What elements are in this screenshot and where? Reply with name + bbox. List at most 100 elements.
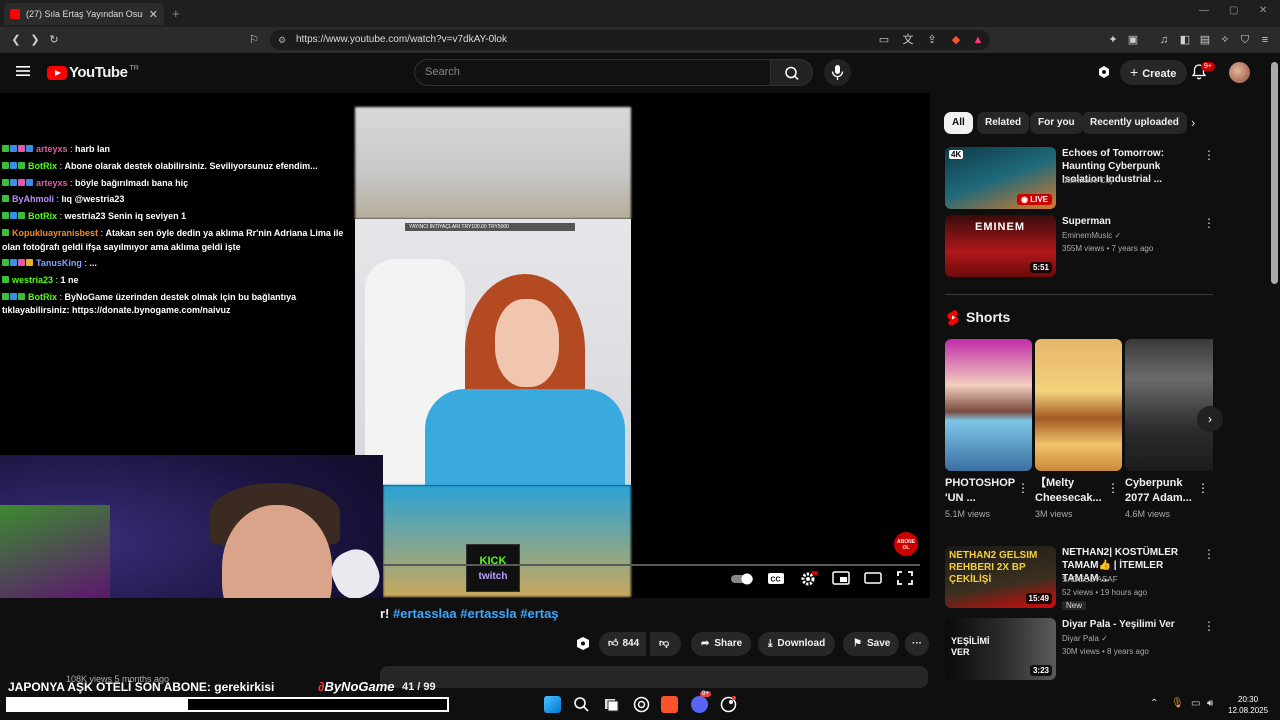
maximize-icon[interactable]: ▢ xyxy=(1229,5,1238,16)
video-player[interactable]: YAYINCI İNTİYAÇLARI TRY100.00 TRY5000 KI… xyxy=(0,93,930,598)
shorts-next-chevron-icon[interactable]: › xyxy=(1197,406,1223,432)
windows-start-icon[interactable] xyxy=(544,696,561,713)
leo-ai-icon[interactable]: ✧ xyxy=(1219,34,1231,46)
chat-separator: : xyxy=(53,275,61,286)
channel-name[interactable]: SADECE ASAF xyxy=(1062,575,1118,584)
save-button[interactable]: ⚑ Save xyxy=(843,632,899,656)
title-hashtags[interactable]: #ertasslaa #ertassla #ertaş xyxy=(393,606,559,621)
brave-shield-icon[interactable]: ◆ xyxy=(950,34,962,46)
dislike-button[interactable]: 👎︎ xyxy=(650,632,681,656)
short-title[interactable]: 【Melty Cheesecak... xyxy=(1035,476,1111,506)
short-thumbnail[interactable] xyxy=(1125,339,1213,471)
short-title[interactable]: Cyberpunk 2077 Adam... xyxy=(1125,476,1201,506)
browser-tab[interactable]: (27) Sıla Ertaş Yayından Osuruyo ✕ xyxy=(4,3,164,25)
shopping-bag-icon[interactable] xyxy=(575,636,591,652)
recommended-video[interactable]: YEŞİLİMİ VER 3:23 Diyar Pala - Yeşilimi … xyxy=(945,618,1215,680)
video-thumbnail[interactable]: YEŞİLİMİ VER 3:23 xyxy=(945,618,1056,680)
like-button[interactable]: 👍︎ 844 xyxy=(599,632,646,656)
kick-label: KICK xyxy=(479,555,507,567)
video-thumbnail[interactable]: NETHAN2 GELSIM REHBERI 2X BP ÇEKİLİŞİ 15… xyxy=(945,546,1056,608)
miniplayer-icon[interactable] xyxy=(832,571,850,585)
recommended-video[interactable]: NETHAN2 GELSIM REHBERI 2X BP ÇEKİLİŞİ 15… xyxy=(945,546,1215,610)
short-thumbnail[interactable] xyxy=(945,339,1032,471)
taskbar-search-icon[interactable] xyxy=(573,696,590,713)
chip-related[interactable]: Related xyxy=(977,112,1030,134)
close-tab-icon[interactable]: ✕ xyxy=(149,8,158,21)
recommended-video[interactable]: EMINEM 5:51 Superman EminemMusic ✓ 355M … xyxy=(945,215,1215,277)
bookmark-icon[interactable]: ⚐ xyxy=(248,34,260,46)
create-label: Create xyxy=(1142,68,1177,80)
video-progress-bar[interactable] xyxy=(383,564,920,566)
chat-badge-icon xyxy=(2,161,9,169)
new-tab-button[interactable]: + xyxy=(172,6,180,21)
more-options-icon[interactable]: ⋮ xyxy=(1203,217,1215,229)
video-thumbnail[interactable]: EMINEM 5:51 xyxy=(945,215,1056,277)
minimize-icon[interactable]: — xyxy=(1199,5,1209,16)
video-title[interactable]: Diyar Pala - Yeşilimi Ver xyxy=(1062,618,1197,631)
vpn-icon[interactable]: ⛉ xyxy=(1239,34,1251,46)
network-icon[interactable]: ▭ xyxy=(1191,698,1200,709)
music-icon[interactable]: ♫ xyxy=(1158,34,1170,46)
page-scrollbar[interactable] xyxy=(1271,62,1278,284)
short-title[interactable]: PHOTOSHOP 'UN ... xyxy=(945,476,1021,506)
more-options-icon[interactable]: ⋮ xyxy=(1017,481,1029,495)
wallet-icon[interactable]: ▤ xyxy=(1199,34,1211,46)
chip-for-you[interactable]: For you xyxy=(1030,112,1083,134)
autoplay-toggle[interactable] xyxy=(730,573,756,585)
create-button[interactable]: + Create xyxy=(1120,60,1188,85)
channel-name[interactable]: EminemMusic ✓ xyxy=(1062,231,1121,240)
voice-search-button[interactable] xyxy=(824,59,851,86)
volume-icon[interactable]: 🔊︎ xyxy=(1207,698,1213,709)
chat-message: BotRix : westria23 Senin iq seviyen 1 xyxy=(2,210,347,224)
system-clock[interactable]: 20:30 12.08.2025 xyxy=(1228,694,1268,716)
translate-icon[interactable]: 文 xyxy=(902,34,914,46)
subtitles-icon[interactable]: CC xyxy=(767,571,785,585)
hamburger-menu-icon[interactable] xyxy=(16,65,30,77)
back-icon[interactable]: ❮ xyxy=(10,34,22,46)
channel-name[interactable]: Diyar Pala ✓ xyxy=(1062,634,1108,643)
more-options-icon[interactable]: ⋮ xyxy=(1203,548,1215,560)
search-button[interactable] xyxy=(771,59,813,86)
more-options-icon[interactable]: ⋮ xyxy=(1107,481,1119,495)
video-title[interactable]: Superman xyxy=(1062,215,1197,228)
more-actions-button[interactable]: ··· xyxy=(905,632,929,656)
youtube-logo[interactable]: YouTube TR xyxy=(47,64,139,81)
screenshot-icon[interactable]: ▣ xyxy=(1127,34,1139,46)
browser-menu-icon[interactable]: ≡ xyxy=(1259,34,1271,46)
gamepad-icon[interactable] xyxy=(1097,65,1111,79)
forward-icon[interactable]: ❯ xyxy=(29,34,41,46)
download-icon: ⤓ xyxy=(768,638,773,649)
more-options-icon[interactable]: ⋮ xyxy=(1203,620,1215,632)
recommended-video[interactable]: 4K ◉ LIVE Echoes of Tomorrow: Haunting C… xyxy=(945,147,1215,209)
search-input[interactable]: Search xyxy=(414,59,771,86)
brave-rewards-icon[interactable]: ▲ xyxy=(972,34,984,46)
more-options-icon[interactable]: ⋮ xyxy=(1203,149,1215,161)
settings-gear-icon[interactable] xyxy=(800,571,818,587)
extensions-icon[interactable]: ✦ xyxy=(1107,34,1119,46)
avatar[interactable] xyxy=(1229,62,1250,83)
sidebar-icon[interactable]: ◧ xyxy=(1179,34,1191,46)
brave-browser-icon[interactable] xyxy=(661,696,678,713)
more-options-icon[interactable]: ⋮ xyxy=(1197,481,1209,495)
fullscreen-icon[interactable] xyxy=(897,571,913,585)
theater-mode-icon[interactable] xyxy=(864,571,882,585)
discord-icon[interactable]: 9+ xyxy=(691,691,711,713)
steam-icon[interactable] xyxy=(720,696,737,713)
chips-next-chevron-icon[interactable]: › xyxy=(1191,115,1195,130)
short-thumbnail[interactable] xyxy=(1035,339,1122,471)
cast-icon[interactable]: ▭ xyxy=(878,34,890,46)
reload-icon[interactable]: ↻ xyxy=(48,34,60,46)
site-info-icon[interactable]: ⚙ xyxy=(278,30,286,50)
window-close-icon[interactable]: ✕ xyxy=(1259,5,1267,16)
share-button[interactable]: ➦ Share xyxy=(691,632,751,656)
channel-name[interactable]: Darkwave City xyxy=(1062,176,1114,185)
task-view-icon[interactable] xyxy=(603,696,620,713)
download-button[interactable]: ⤓ Download xyxy=(758,632,835,656)
chip-recently-uploaded[interactable]: Recently uploaded xyxy=(1082,112,1187,134)
tray-mic-icon[interactable]: 🎙︎ xyxy=(1171,698,1184,709)
chip-all[interactable]: All xyxy=(944,112,973,134)
video-thumbnail[interactable]: 4K ◉ LIVE xyxy=(945,147,1056,209)
tray-chevron-icon[interactable]: ⌃ xyxy=(1150,698,1158,709)
share-page-icon[interactable]: ⇪ xyxy=(926,34,938,46)
chatgpt-icon[interactable] xyxy=(633,696,650,713)
